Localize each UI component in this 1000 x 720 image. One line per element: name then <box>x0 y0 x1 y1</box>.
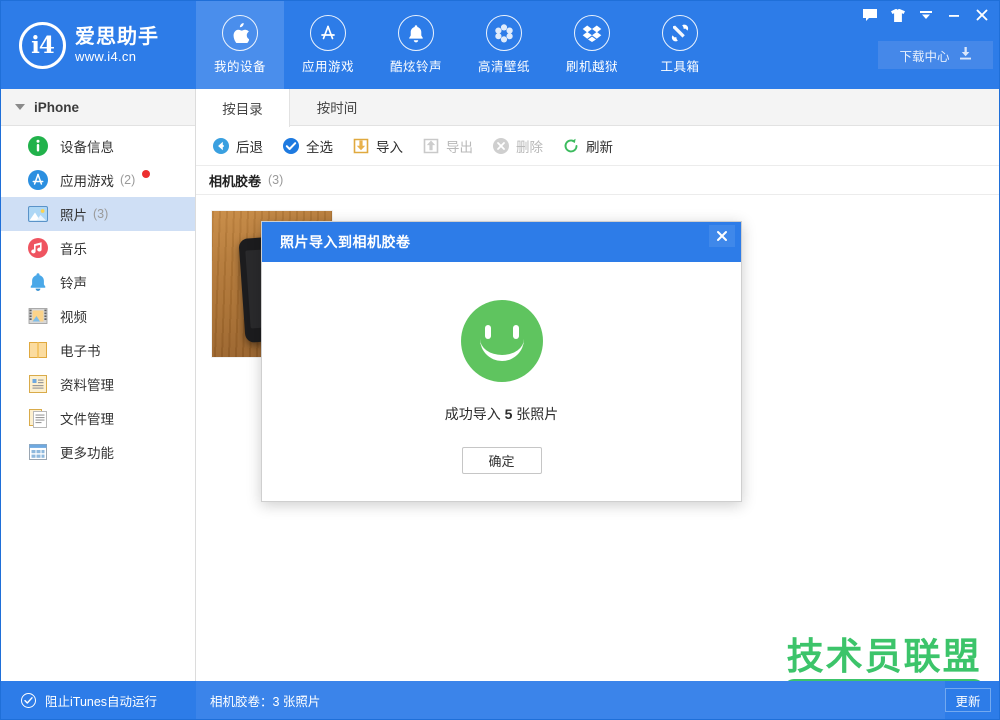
block-itunes-toggle[interactable]: 阻止iTunes自动运行 <box>1 681 196 719</box>
update-button-label: 更新 <box>955 691 980 710</box>
smiley-mouth <box>480 336 524 361</box>
dialog-message-suffix: 张照片 <box>512 406 558 422</box>
dialog-message-prefix: 成功导入 <box>445 406 505 422</box>
app-window: i4 爱思助手 www.i4.cn 我的设备 应用游戏 <box>0 0 1000 720</box>
confirm-button-label: 确定 <box>488 451 514 470</box>
update-button[interactable]: 更新 <box>945 688 991 712</box>
import-result-dialog: 照片导入到相机胶卷 成功导入 5 张照片 确定 <box>261 221 742 502</box>
dialog-body: 成功导入 5 张照片 确定 <box>262 262 741 501</box>
dialog-message: 成功导入 5 张照片 <box>445 404 559 424</box>
smiley-success-icon <box>461 300 543 382</box>
check-icon <box>21 693 36 708</box>
confirm-button[interactable]: 确定 <box>462 447 542 474</box>
close-icon[interactable] <box>709 225 735 247</box>
status-bar: 阻止iTunes自动运行 相机胶卷：3 张照片 更新 <box>1 681 1000 719</box>
dialog-titlebar: 照片导入到相机胶卷 <box>262 222 741 262</box>
block-itunes-label: 阻止iTunes自动运行 <box>45 691 157 710</box>
modal-overlay: 照片导入到相机胶卷 成功导入 5 张照片 确定 <box>1 1 999 719</box>
status-info-text: 相机胶卷：3 张照片 <box>210 691 320 710</box>
status-info-area: 相机胶卷：3 张照片 <box>196 681 945 719</box>
dialog-title: 照片导入到相机胶卷 <box>280 232 411 252</box>
